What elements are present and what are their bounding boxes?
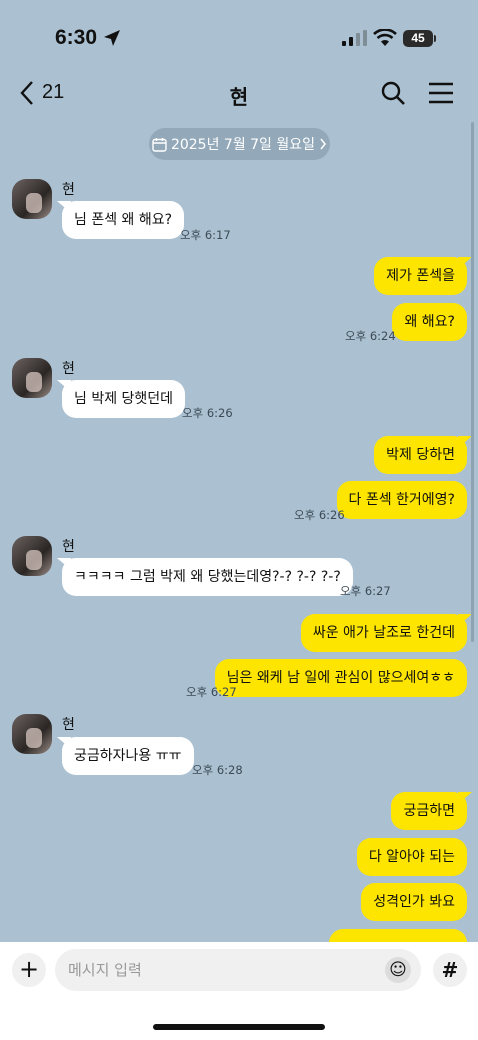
message-text: ㅋㅋㅋㅋ 그럼 박제 왜 당했는데영?-? ?-? ?-? [74, 569, 341, 585]
chevron-right-icon [320, 138, 326, 150]
message-time: 오후 6:27 [340, 584, 391, 598]
outgoing-message[interactable]: 박제 당하면 [374, 436, 472, 474]
date-divider-text: 2025년 7월 7일 월요일 [170, 137, 316, 153]
battery-icon: 45 [403, 30, 433, 47]
chat-title: 현 [229, 85, 249, 109]
bubble-tail [57, 737, 71, 749]
outgoing-message[interactable]: 궁금하면 [391, 792, 472, 830]
sender-name: 현 [62, 361, 75, 377]
date-divider[interactable]: 2025년 7월 7일 월요일 [149, 128, 330, 160]
outgoing-message[interactable]: 싸운 애가 날조로 한건데 [300, 614, 472, 652]
message-text: 왜 해요? [404, 314, 455, 330]
outgoing-message[interactable]: 제가 폰섹을 [374, 257, 472, 295]
message-text: 성격인가 봐요 [373, 894, 455, 910]
bubble-tail [57, 380, 71, 392]
sender-name: 현 [62, 539, 75, 555]
status-time: 6:30 [55, 26, 98, 49]
message-text: 님 폰섹 왜 해요? [74, 212, 173, 228]
message-time: 오후 6:17 [180, 228, 231, 242]
sender-name: 현 [62, 717, 75, 733]
battery-tip [434, 35, 436, 42]
search-icon[interactable] [380, 80, 406, 106]
message-text: 님은 왜케 남 일에 관심이 많으세여ㅎㅎ [226, 670, 455, 686]
outgoing-message[interactable]: 왜 해요? [392, 303, 467, 341]
bubble-tail [57, 558, 71, 570]
bubble-tail [458, 792, 472, 804]
outgoing-message[interactable]: 다 알아야 되는 [356, 838, 467, 876]
incoming-message[interactable]: 궁금하자나용 ㅠㅠ [57, 737, 194, 775]
outgoing-message[interactable]: 다 폰섹 한거에영? [336, 481, 467, 519]
bubble-tail [458, 436, 472, 448]
chat-header: 21 현 [0, 70, 478, 118]
incoming-message[interactable]: 님 박제 당햇던데 [57, 380, 186, 418]
bubble-tail [57, 201, 71, 213]
incoming-message[interactable]: ㅋㅋㅋㅋ 그럼 박제 왜 당했는데영?-? ?-? ?-? [57, 558, 353, 596]
message-time: 오후 6:24 [345, 329, 396, 343]
avatar[interactable] [12, 536, 52, 576]
emoji-icon[interactable]: ☺ [385, 957, 411, 983]
wifi-icon [373, 29, 397, 46]
message-time: 오후 6:26 [294, 508, 345, 522]
message-input-placeholder: 메시지 입력 [68, 961, 142, 979]
message-text: 다 알아야 되는 [368, 849, 455, 865]
message-text: 궁금하면 [403, 803, 455, 819]
menu-icon[interactable] [428, 82, 454, 104]
avatar[interactable] [12, 179, 52, 219]
message-text: 박제 당하면 [386, 447, 455, 463]
avatar[interactable] [12, 714, 52, 754]
message-text: 싸운 애가 날조로 한건데 [312, 625, 455, 641]
hashtag-search-button[interactable]: # [433, 953, 467, 987]
add-attachment-button[interactable]: + [12, 953, 46, 987]
home-indicator [153, 1024, 325, 1030]
message-time: 오후 6:27 [186, 685, 237, 699]
avatar[interactable] [12, 358, 52, 398]
incoming-message[interactable]: 님 폰섹 왜 해요? [57, 201, 185, 239]
outgoing-message[interactable]: 님은 왜케 남 일에 관심이 많으세여ㅎㅎ [214, 659, 467, 697]
message-text: 제가 폰섹을 [386, 268, 455, 284]
location-arrow-icon [104, 30, 120, 46]
scrollbar[interactable] [471, 122, 474, 642]
sender-name: 현 [62, 182, 75, 198]
message-text: 다 폰섹 한거에영? [348, 492, 456, 508]
cellular-signal-icon [342, 30, 367, 46]
message-time: 오후 6:28 [192, 763, 243, 777]
status-bar: 6:30 45 [0, 0, 478, 70]
message-text: 궁금하자나용 ㅠㅠ [74, 748, 182, 764]
calendar-icon [152, 137, 167, 152]
message-text: 님 박제 당햇던데 [74, 391, 174, 407]
bubble-tail [458, 614, 472, 626]
message-time: 오후 6:26 [182, 406, 233, 420]
outgoing-message[interactable]: 성격인가 봐요 [361, 883, 467, 921]
bubble-tail [458, 257, 472, 269]
